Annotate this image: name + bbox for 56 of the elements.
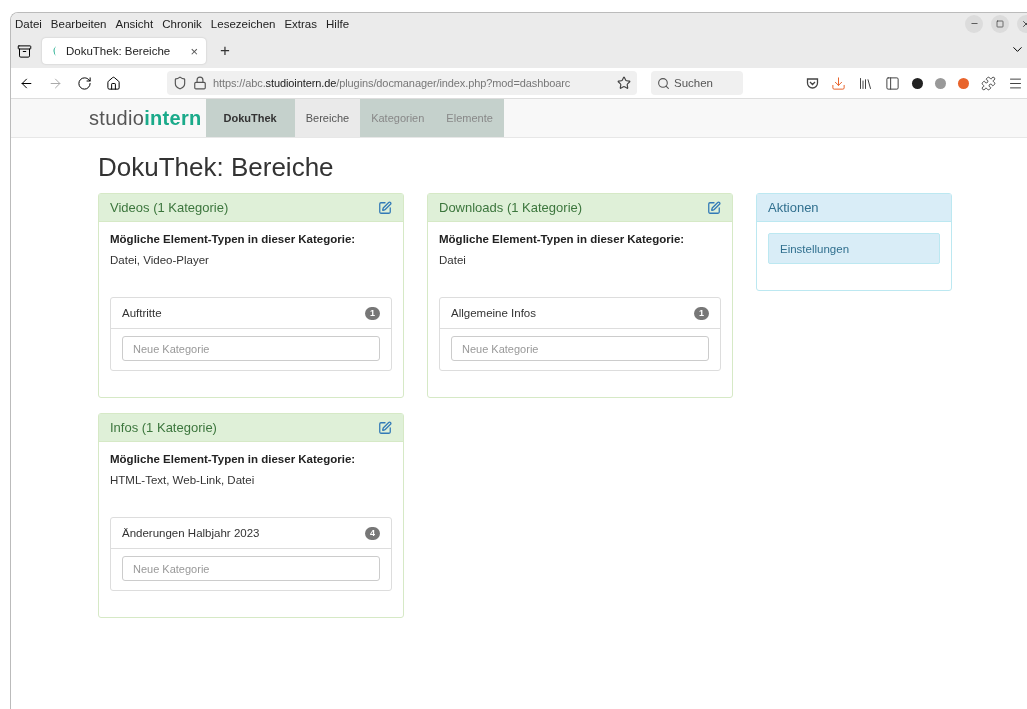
menu-item[interactable]: Extras [284, 17, 317, 30]
browser-tab[interactable]: DokuThek: Bereiche × [42, 38, 206, 64]
download-icon[interactable] [831, 75, 846, 91]
lock-icon [193, 76, 207, 90]
category-name[interactable]: Allgemeine Infos [451, 307, 537, 319]
site-logo[interactable]: studiointern [89, 99, 202, 137]
card-title: Aktionen [768, 200, 819, 215]
edit-icon[interactable] [378, 200, 392, 215]
menu-item[interactable]: Bearbeiten [50, 17, 107, 30]
home-icon[interactable] [106, 75, 121, 91]
menu-icon[interactable] [1008, 75, 1023, 91]
address-field[interactable]: https://abc.studiointern.de/plugins/docmanager/index.php?mod=dashboarc [167, 71, 637, 95]
count-badge: 1 [365, 306, 380, 320]
reload-icon[interactable] [77, 75, 92, 91]
back-icon[interactable] [19, 75, 34, 91]
count-badge: 4 [365, 526, 380, 540]
settings-button[interactable]: Einstellungen [768, 233, 940, 264]
star-icon[interactable] [617, 76, 631, 90]
category-name[interactable]: Änderungen Halbjahr 2023 [122, 527, 260, 539]
card-title: Infos (1 Kategorie) [110, 420, 217, 435]
pocket-icon[interactable] [806, 76, 819, 90]
tab-close-button[interactable]: × [190, 43, 198, 59]
nav-tab[interactable]: Bereiche [294, 99, 361, 137]
count-badge: 1 [694, 306, 709, 320]
card-title: Videos (1 Kategorie) [110, 200, 229, 215]
menu-item[interactable]: Lesezeichen [210, 17, 276, 30]
types-text: Datei, Video-Player [110, 254, 210, 266]
new-category-field[interactable]: Neue Kategorie [451, 336, 709, 361]
new-category-field[interactable]: Neue Kategorie [122, 336, 380, 361]
menu-item[interactable]: Hilfe [326, 17, 350, 30]
library-icon[interactable] [858, 75, 873, 91]
tab-list-icon[interactable] [17, 43, 32, 59]
menu-item[interactable]: Datei [15, 17, 42, 30]
new-category-field[interactable]: Neue Kategorie [122, 556, 380, 581]
edit-icon[interactable] [707, 200, 721, 215]
shield-icon [173, 76, 187, 90]
sidebar-icon[interactable] [885, 75, 900, 91]
card-title: Downloads (1 Kategorie) [439, 200, 583, 215]
new-tab-button[interactable]: + [220, 41, 230, 61]
search-icon [657, 76, 670, 90]
tab-title: DokuThek: Bereiche [66, 45, 172, 57]
edit-icon[interactable] [378, 420, 392, 435]
types-text: Datei [439, 254, 467, 266]
types-label: Mögliche Element-Typen in dieser Kategorie: [110, 453, 357, 465]
maximize-icon [996, 19, 1004, 28]
brand-link[interactable]: DokuThek [205, 99, 295, 137]
page-title: DokuThek: Bereiche [98, 152, 335, 183]
types-label: Mögliche Element-Typen in dieser Kategorie: [439, 233, 686, 245]
category-name[interactable]: Auftritte [122, 307, 162, 319]
search-field[interactable]: Suchen [651, 71, 743, 95]
types-text: HTML-Text, Web-Link, Datei [110, 474, 256, 486]
account-icon[interactable] [912, 77, 923, 89]
menu-item[interactable]: Chronik [162, 17, 202, 30]
menu-item[interactable]: Ansicht [115, 17, 154, 30]
types-label: Mögliche Element-Typen in dieser Kategorie: [110, 233, 357, 245]
puzzle-icon[interactable] [981, 75, 996, 91]
